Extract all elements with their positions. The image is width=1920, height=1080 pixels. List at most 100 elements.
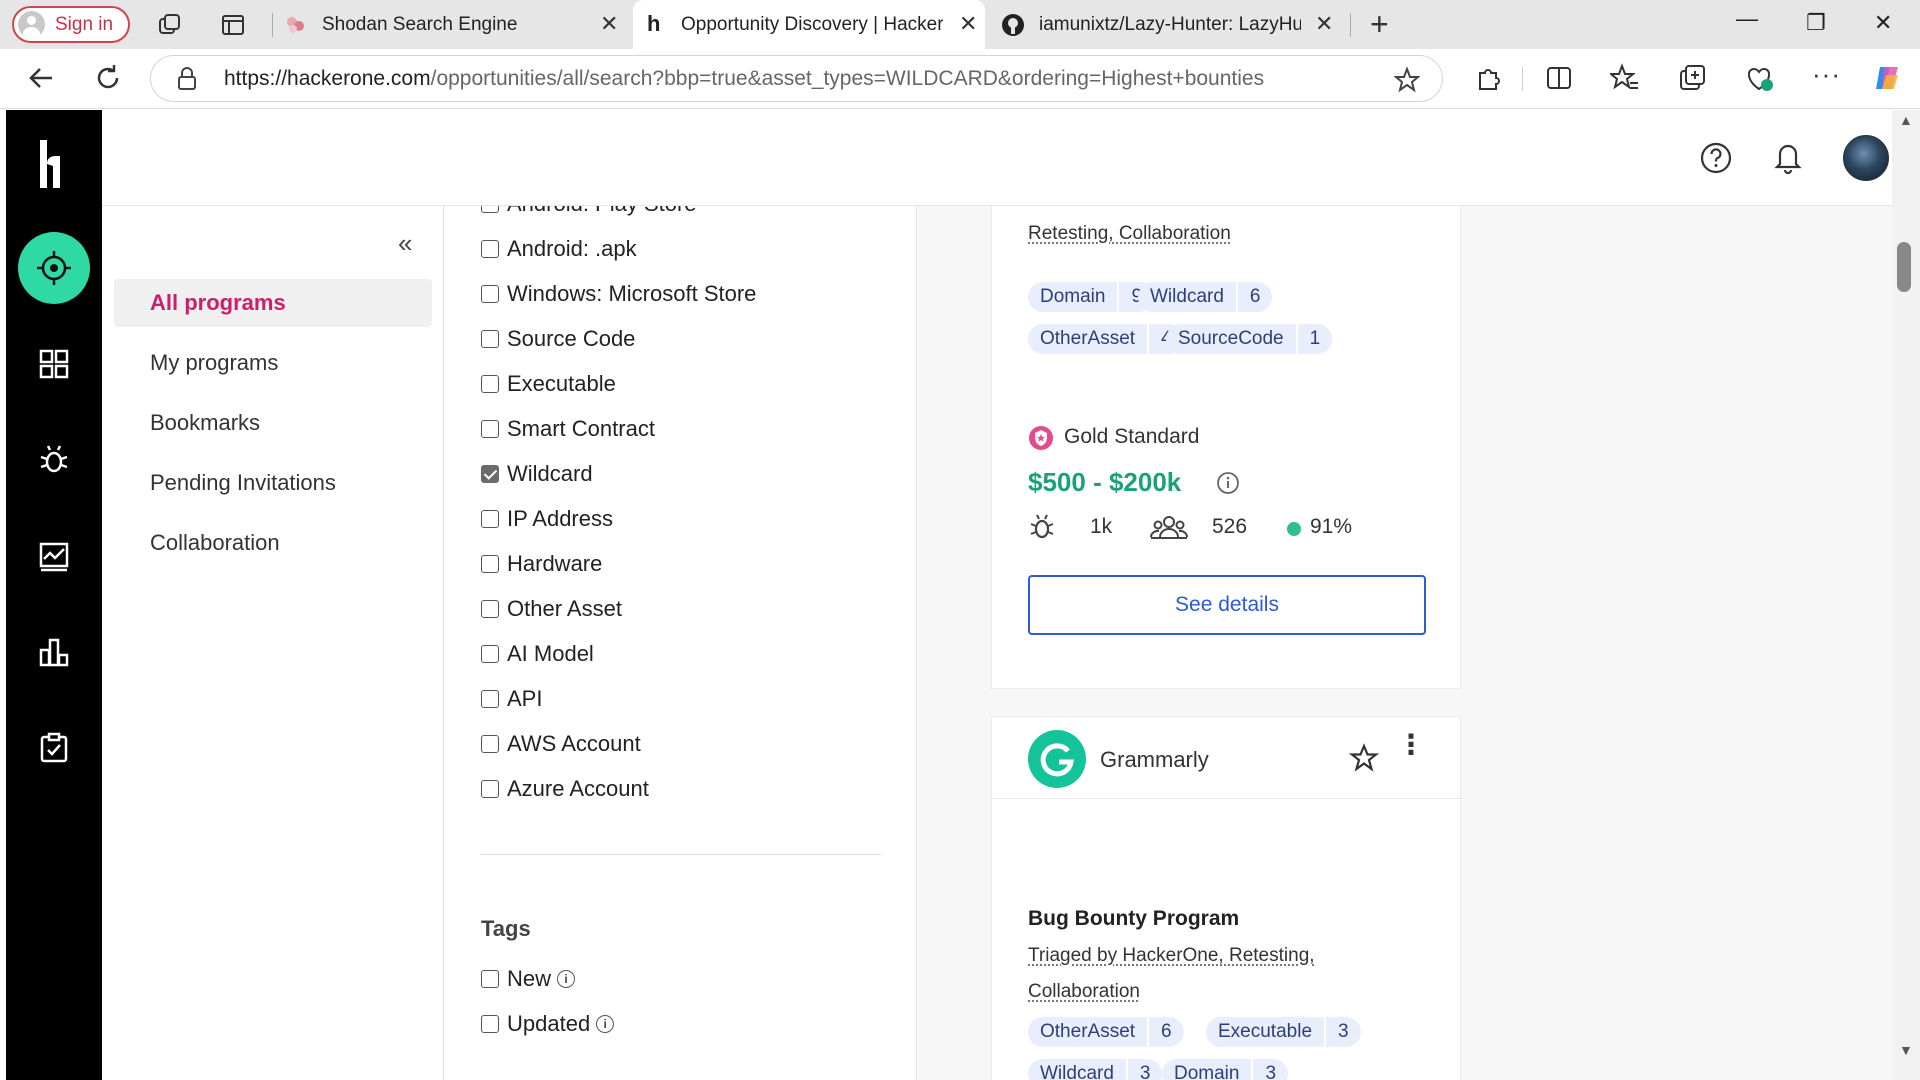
nav-bookmarks[interactable]: Bookmarks [114, 399, 432, 447]
checkbox[interactable] [481, 780, 499, 798]
asset-name: OtherAsset [1040, 328, 1136, 349]
program-card-grammarly: Grammarly ⋮ Bug Bounty Program Triaged b… [991, 716, 1462, 1080]
asset-pill: Executable 3 [1206, 1017, 1361, 1047]
filter-tag-updated[interactable]: Updated i [481, 1009, 615, 1039]
profile-icon [18, 11, 45, 38]
sign-in-button[interactable]: Sign in [12, 6, 130, 43]
lock-icon[interactable] [177, 67, 197, 91]
filter-label: IP Address [507, 506, 613, 531]
checkbox[interactable] [481, 690, 499, 708]
checkbox[interactable] [481, 970, 499, 988]
favorites-icon[interactable] [1610, 63, 1640, 93]
rail-analytics-button[interactable] [30, 532, 78, 580]
url-input[interactable]: https://hackerone.com/opportunities/all/… [150, 55, 1443, 102]
bug-icon [40, 445, 68, 473]
nav-all-programs[interactable]: All programs [114, 279, 432, 327]
see-details-button[interactable]: See details [1028, 575, 1426, 635]
bookmark-star-icon[interactable] [1349, 743, 1379, 773]
url-path: /opportunities/all/search?bbp=true&asset… [430, 66, 1265, 90]
tab-hackerone[interactable]: h Opportunity Discovery | HackerOne ✕ [633, 0, 985, 49]
help-icon[interactable] [1700, 142, 1732, 174]
rail-opportunities-button[interactable] [18, 232, 90, 304]
checkbox[interactable] [481, 600, 499, 618]
checkbox[interactable] [481, 240, 499, 258]
checkbox[interactable] [481, 735, 499, 753]
filter-asset-type[interactable]: Other Asset [481, 594, 622, 624]
dashboard-icon [39, 349, 69, 379]
checkbox[interactable] [481, 375, 499, 393]
nav-my-programs[interactable]: My programs [114, 339, 432, 387]
close-window-icon[interactable]: ✕ [1874, 10, 1892, 36]
filter-label: Hardware [507, 551, 603, 576]
workspaces-icon[interactable] [157, 12, 183, 38]
filter-asset-type[interactable]: Hardware [481, 549, 602, 579]
nav-label: All programs [150, 290, 286, 315]
scrollbar-thumb[interactable] [1897, 242, 1911, 292]
more-options-icon[interactable]: ··· [1812, 59, 1841, 90]
checkbox[interactable] [481, 330, 499, 348]
nav-pending-invitations[interactable]: Pending Invitations [114, 459, 432, 507]
filter-asset-type[interactable]: IP Address [481, 504, 613, 534]
filter-asset-type[interactable]: Wildcard [481, 459, 593, 489]
close-tab-icon[interactable]: ✕ [959, 11, 977, 37]
filter-asset-type[interactable]: Source Code [481, 324, 635, 354]
tab-shodan[interactable]: Shodan Search Engine ✕ [280, 0, 632, 49]
back-icon[interactable] [26, 63, 56, 93]
checkbox[interactable] [481, 465, 499, 483]
filter-asset-type[interactable]: AI Model [481, 639, 594, 669]
checkbox[interactable] [481, 645, 499, 663]
filter-asset-type[interactable]: Windows: Microsoft Store [481, 279, 756, 309]
new-tab-icon[interactable]: + [1370, 6, 1389, 43]
more-vertical-icon[interactable]: ⋮ [1397, 731, 1425, 759]
favorite-star-icon[interactable] [1394, 67, 1420, 93]
extensions-icon[interactable] [1474, 63, 1504, 93]
refresh-icon[interactable] [93, 63, 123, 93]
checkbox[interactable] [481, 510, 499, 528]
close-tab-icon[interactable]: ✕ [1315, 11, 1333, 37]
program-type: Bug Bounty Program [1028, 907, 1240, 930]
rail-reports-button[interactable] [30, 436, 78, 484]
restore-icon[interactable]: ❐ [1806, 10, 1826, 36]
program-name[interactable]: Grammarly [1100, 747, 1209, 773]
filter-asset-type[interactable]: Azure Account [481, 774, 649, 804]
nav-collaboration[interactable]: Collaboration [114, 519, 432, 567]
checkbox[interactable] [481, 285, 499, 303]
scroll-up-icon[interactable]: ▲ [1899, 112, 1913, 128]
hackers-count: 526 [1212, 515, 1248, 538]
asset-pill: OtherAsset 6 [1028, 1017, 1184, 1047]
checkbox[interactable] [481, 555, 499, 573]
rail-leaderboard-button[interactable] [30, 628, 78, 676]
copilot-icon[interactable] [1872, 63, 1902, 93]
notifications-bell-icon[interactable] [1772, 140, 1804, 174]
user-avatar[interactable] [1843, 135, 1889, 181]
tab-actions-icon[interactable] [220, 12, 246, 38]
info-icon[interactable] [1216, 471, 1240, 495]
info-icon[interactable]: i [557, 970, 576, 988]
close-tab-icon[interactable]: ✕ [600, 11, 618, 37]
filter-asset-type[interactable]: API [481, 684, 542, 714]
filter-asset-type[interactable]: Smart Contract [481, 414, 655, 444]
scroll-down-icon[interactable]: ▼ [1899, 1042, 1913, 1058]
address-bar-row: https://hackerone.com/opportunities/all/… [0, 49, 1920, 109]
filter-tag-new[interactable]: New i [481, 964, 576, 994]
filter-asset-type[interactable]: Android: .apk [481, 234, 637, 264]
collections-icon[interactable] [1677, 63, 1707, 93]
nav-label: Bookmarks [150, 410, 261, 435]
checkbox[interactable] [481, 1015, 499, 1033]
split-screen-icon[interactable] [1544, 63, 1574, 93]
browser-essentials-icon[interactable] [1744, 63, 1774, 93]
rail-dashboard-button[interactable] [30, 340, 78, 388]
checkbox[interactable] [481, 420, 499, 438]
tab-github[interactable]: iamunixtz/Lazy-Hunter: LazyHunter ✕ [995, 0, 1347, 49]
filter-asset-type[interactable]: Executable [481, 369, 616, 399]
info-icon[interactable]: i [596, 1015, 615, 1033]
hackerone-logo-icon[interactable] [36, 134, 72, 194]
filter-label: Android: Play Store [507, 206, 697, 217]
minimize-icon[interactable]: — [1736, 6, 1758, 32]
filter-asset-type[interactable]: AWS Account [481, 729, 641, 759]
checkbox[interactable] [481, 206, 499, 213]
target-icon [37, 251, 71, 285]
rail-tasks-button[interactable] [30, 724, 78, 772]
collapse-sidebar-icon[interactable]: « [398, 228, 412, 259]
filter-android-play-store[interactable]: Android: Play Store [481, 206, 697, 219]
